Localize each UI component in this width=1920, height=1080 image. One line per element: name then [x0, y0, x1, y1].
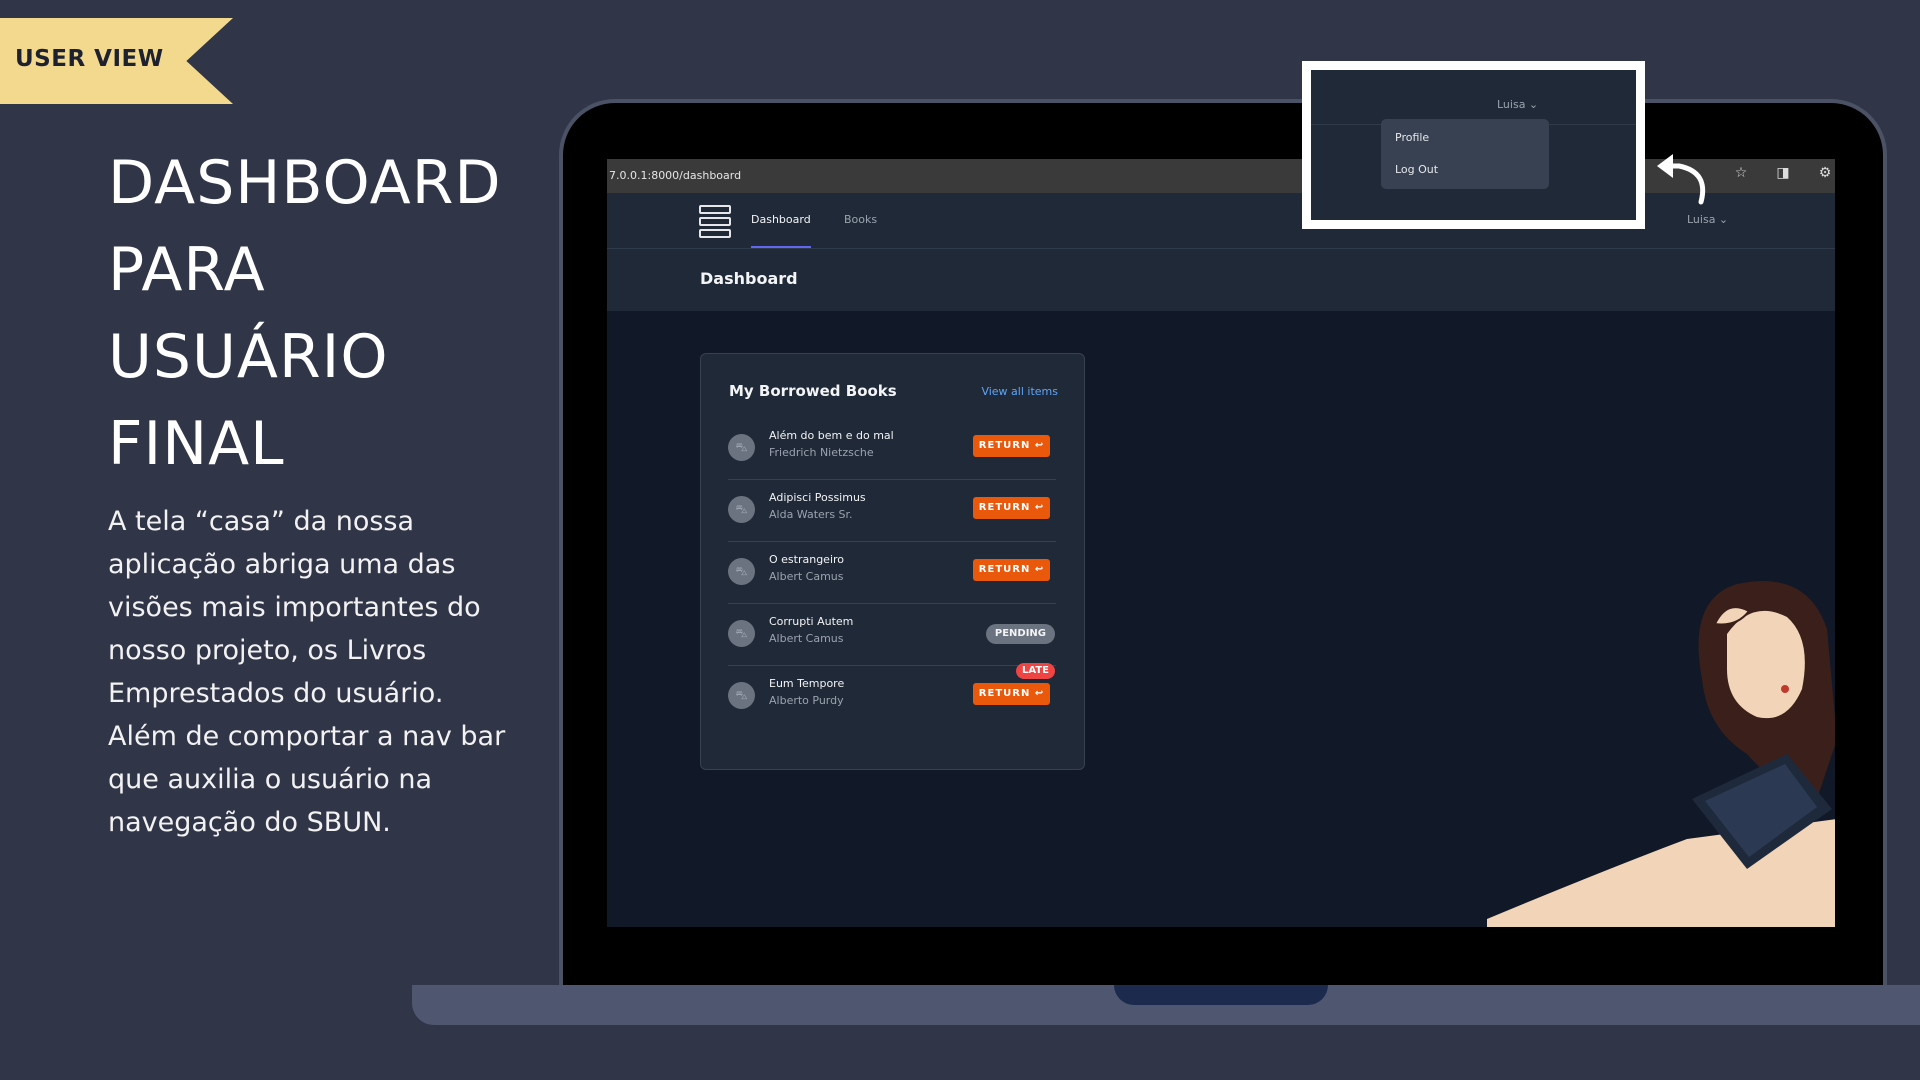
banner-label: USER VIEW — [15, 46, 164, 72]
sidebar-icon[interactable]: ◨ — [1773, 165, 1793, 181]
page-title: Dashboard — [700, 269, 798, 288]
book-title: Adipisci Possimus — [769, 491, 866, 504]
nav-tab-dashboard[interactable]: Dashboard — [751, 193, 811, 248]
library-logo-icon[interactable] — [699, 205, 731, 238]
star-icon[interactable]: ☆ — [1731, 165, 1751, 181]
menu-item-profile[interactable]: Profile — [1395, 131, 1429, 144]
book-row: ⛍ Além do bem e do mal Friedrich Nietzsc… — [728, 417, 1056, 480]
url-text[interactable]: 7.0.0.1:8000/dashboard — [609, 169, 741, 182]
book-author: Alda Waters Sr. — [769, 508, 853, 521]
slide-title-line: DASHBOARD — [108, 148, 502, 218]
book-author: Friedrich Nietzsche — [769, 446, 874, 459]
menu-item-logout[interactable]: Log Out — [1395, 163, 1438, 176]
browser-url-bar[interactable]: 7.0.0.1:8000/dashboard ☆ ◨ ⚙ — [607, 159, 1835, 193]
slide-description: A tela “casa” da nossa aplicação abriga … — [108, 506, 506, 838]
callout-nav-bar: Luisa ⌄ — [1311, 70, 1636, 125]
book-title: Corrupti Autem — [769, 615, 854, 628]
borrowed-books-card: My Borrowed Books View all items ⛍ Além … — [700, 353, 1085, 770]
book-row: ⛍ Corrupti Autem Albert Camus PENDING — [728, 603, 1056, 666]
laptop-notch — [1114, 985, 1328, 1005]
slide-title-line: USUÁRIO — [108, 322, 389, 392]
book-cover-icon: ⛍ — [728, 434, 755, 461]
callout-user-menu[interactable]: Luisa ⌄ — [1497, 98, 1538, 111]
view-all-link[interactable]: View all items — [981, 385, 1058, 398]
return-button[interactable]: RETURN ↩ — [973, 435, 1050, 457]
book-cover-icon: ⛍ — [728, 620, 755, 647]
late-badge: LATE — [1016, 663, 1055, 679]
reading-girl-illustration — [1487, 581, 1835, 927]
return-button[interactable]: RETURN ↩ — [973, 559, 1050, 581]
extension-icon[interactable]: ⚙ — [1815, 165, 1835, 181]
curved-arrow-icon — [1657, 154, 1706, 205]
book-cover-icon: ⛍ — [728, 558, 755, 585]
book-row: ⛍ O estrangeiro Albert Camus RETURN ↩ — [728, 541, 1056, 604]
slide-title-line: FINAL — [108, 409, 285, 479]
return-button[interactable]: RETURN ↩ — [973, 683, 1050, 705]
top-nav: Dashboard Books Luisa ⌄ — [607, 193, 1835, 249]
browser-screen: 7.0.0.1:8000/dashboard ☆ ◨ ⚙ Dashboard B… — [607, 159, 1835, 927]
book-title: Eum Tempore — [769, 677, 845, 690]
book-row: ⛍ Eum Tempore Alberto Purdy RETURN ↩ LAT… — [728, 663, 1056, 727]
slide-title: DASHBOARD PARA USUÁRIO FINAL — [108, 140, 528, 488]
book-cover-icon: ⛍ — [728, 496, 755, 523]
book-title: Além do bem e do mal — [769, 429, 894, 442]
book-cover-icon: ⛍ — [728, 682, 755, 709]
card-title: My Borrowed Books — [729, 382, 897, 400]
book-title: O estrangeiro — [769, 553, 845, 566]
book-row: ⛍ Adipisci Possimus Alda Waters Sr. RETU… — [728, 479, 1056, 542]
slide-title-line: PARA — [108, 235, 266, 305]
return-button[interactable]: RETURN ↩ — [973, 497, 1050, 519]
user-dropdown-menu: Profile Log Out — [1381, 119, 1549, 189]
pending-badge: PENDING — [985, 624, 1055, 644]
user-dropdown-callout: Luisa ⌄ Profile Log Out — [1302, 61, 1645, 229]
page-header: Dashboard — [607, 249, 1835, 311]
user-view-banner: USER VIEW — [0, 18, 233, 104]
nav-tab-books[interactable]: Books — [844, 193, 877, 246]
book-author: Alberto Purdy — [769, 694, 844, 707]
book-author: Albert Camus — [769, 570, 844, 583]
book-author: Albert Camus — [769, 632, 844, 645]
